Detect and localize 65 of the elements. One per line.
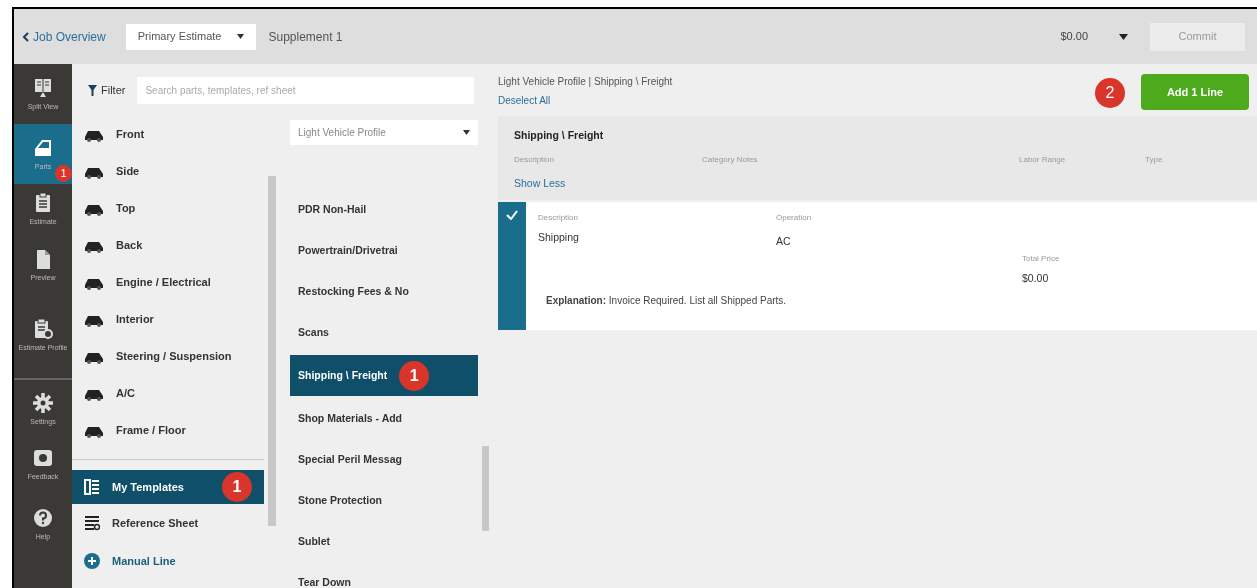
total-amount: $0.00 — [1060, 29, 1088, 45]
category-item[interactable]: Steering / Suspension — [72, 338, 264, 375]
list-icon — [84, 479, 100, 495]
template-item[interactable]: Shipping \ Freight 1 — [290, 355, 478, 396]
section-title: Shipping \ Freight — [514, 128, 605, 143]
category-item[interactable]: Back — [72, 227, 264, 264]
field-label: Description — [538, 211, 579, 224]
profile-dropdown[interactable]: Light Vehicle Profile — [290, 120, 478, 145]
filter-icon — [88, 84, 97, 96]
template-item[interactable]: Special Peril Messag — [290, 439, 478, 480]
template-item[interactable]: Scans — [290, 312, 478, 353]
category-item[interactable]: Top — [72, 190, 264, 227]
car-door-icon — [32, 137, 54, 159]
caret-down-icon — [463, 130, 470, 135]
field-label: Total Price — [1022, 253, 1061, 266]
back-link[interactable]: Job Overview — [22, 27, 106, 46]
caret-down-icon — [237, 34, 245, 39]
scrollbar[interactable] — [268, 176, 276, 526]
category-item[interactable]: Manual Line — [72, 542, 264, 580]
show-less-link[interactable]: Show Less — [514, 175, 1241, 192]
template-item[interactable]: Tear Down — [290, 562, 478, 588]
explanation-text: Explanation: Invoice Required. List all Shipped Parts. — [546, 294, 788, 308]
clipboard-gear-icon — [32, 318, 54, 340]
column-header: Labor Range — [1019, 153, 1067, 166]
template-item[interactable]: Shop Materials - Add — [290, 398, 478, 439]
template-item[interactable]: PDR Non-Hail — [290, 189, 478, 230]
line-checkbox[interactable] — [498, 201, 526, 330]
monitor-icon — [32, 77, 54, 99]
number-badge: 1 — [55, 165, 72, 182]
field-value: Shipping — [538, 229, 580, 245]
sheet-icon — [84, 515, 100, 531]
breadcrumb: Light Vehicle Profile | Shipping \ Freight — [498, 75, 674, 89]
plus-circle-icon — [84, 553, 100, 569]
category-item[interactable]: Frame / Floor — [72, 412, 264, 449]
column-header: Type — [1145, 153, 1163, 166]
column-header: Description — [514, 153, 555, 166]
settings-icon — [32, 392, 54, 414]
deselect-all-link[interactable]: Deselect All — [498, 93, 1095, 108]
number-badge: 1 — [222, 472, 252, 502]
field-value: $0.00 — [1022, 271, 1050, 287]
template-item[interactable]: Powertrain/Drivetrai — [290, 230, 478, 271]
template-item[interactable]: Stone Protection — [290, 480, 478, 521]
column-header: Category Notes — [702, 153, 759, 166]
supplement-tab[interactable]: Supplement 1 — [268, 27, 343, 46]
category-item[interactable]: Engine / Electrical — [72, 264, 264, 301]
category-item[interactable]: A/C — [72, 375, 264, 412]
template-item[interactable]: Restocking Fees & No — [290, 271, 478, 312]
template-item[interactable]: Sublet — [290, 521, 478, 562]
category-item[interactable]: My Templates 1 — [72, 470, 264, 504]
category-item[interactable]: Side — [72, 153, 264, 190]
search-field[interactable]: Search parts, templates, ref sheet — [137, 76, 474, 104]
chevron-left-icon — [22, 31, 29, 42]
help-icon — [32, 507, 54, 529]
caret-down-icon — [1118, 33, 1128, 40]
category-item[interactable]: Interior — [72, 301, 264, 338]
field-label: Operation — [776, 211, 812, 224]
category-item[interactable]: Reference Sheet — [72, 504, 264, 542]
filter-button[interactable]: Filter — [88, 81, 126, 99]
number-badge: 1 — [399, 360, 430, 391]
scrollbar[interactable] — [482, 446, 489, 531]
category-item[interactable]: Front — [72, 116, 264, 153]
number-badge: 2 — [1095, 78, 1125, 108]
estimate-dropdown[interactable]: Primary Estimate — [125, 23, 257, 50]
field-value: AC — [776, 233, 792, 249]
checkmark-icon — [506, 209, 518, 220]
